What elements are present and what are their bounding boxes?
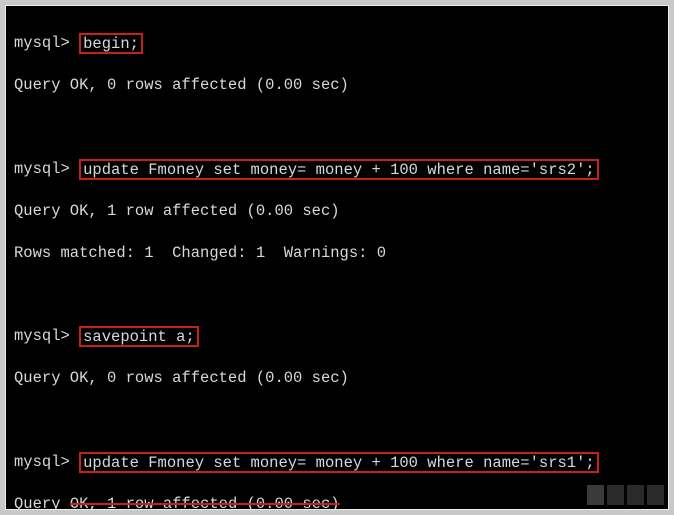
mysql-prompt: mysql> [14,160,70,178]
blank-line [14,410,660,431]
cmd-line-begin: mysql> begin; [14,33,660,54]
mysql-prompt: mysql> [14,453,70,471]
rows-matched: Rows matched: 1 Changed: 1 Warnings: 0 [14,243,660,264]
highlighted-command-begin: begin; [79,33,143,54]
watermark-icon [584,485,664,505]
blank-line [14,284,660,305]
highlighted-command-savepoint-a: savepoint a; [79,326,199,347]
blank-line [14,117,660,138]
cmd-line-update-srs1: mysql> update Fmoney set money= money + … [14,452,660,473]
highlighted-command-update-srs2: update Fmoney set money= money + 100 whe… [79,159,599,180]
mysql-prompt: mysql> [14,327,70,345]
query-result: Query OK, 0 rows affected (0.00 sec) [14,368,660,389]
cmd-line-savepoint-a: mysql> savepoint a; [14,326,660,347]
query-result: Query OK, 1 row affected (0.00 sec) [14,201,660,222]
highlighted-command-update-srs1: update Fmoney set money= money + 100 whe… [79,452,599,473]
mysql-terminal[interactable]: mysql> begin; Query OK, 0 rows affected … [5,5,669,510]
query-result-struck: Query OK, 1 row affected (0.00 sec) [14,494,660,515]
strikethrough-text: OK, 1 row affected (0.00 sec) [70,495,340,513]
mysql-prompt: mysql> [14,34,70,52]
query-result: Query OK, 0 rows affected (0.00 sec) [14,75,660,96]
cmd-line-update-srs2: mysql> update Fmoney set money= money + … [14,159,660,180]
